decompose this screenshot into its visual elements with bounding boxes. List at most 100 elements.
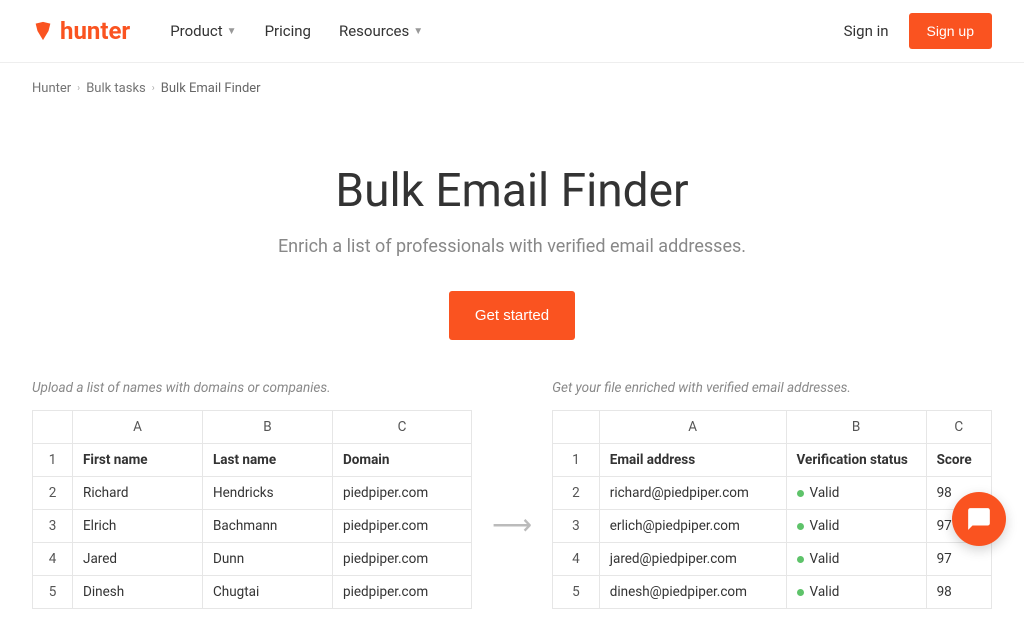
cell: Chugtai: [203, 576, 333, 609]
cell: Valid: [786, 510, 926, 543]
cell: Valid: [786, 477, 926, 510]
cell: Dunn: [203, 543, 333, 576]
cell: Bachmann: [203, 510, 333, 543]
signin-link[interactable]: Sign in: [844, 22, 889, 40]
breadcrumb-hunter[interactable]: Hunter: [32, 81, 71, 96]
arrow-right-icon: ⟶: [492, 508, 532, 541]
cell: 98: [926, 576, 991, 609]
cell: Valid: [786, 543, 926, 576]
table-row: 1 First name Last name Domain: [33, 444, 472, 477]
chevron-down-icon: ▼: [227, 26, 237, 37]
row-num: 5: [553, 576, 600, 609]
table-row: 3 erlich@piedpiper.com Valid 97: [553, 510, 992, 543]
row-num: 5: [33, 576, 73, 609]
signup-button[interactable]: Sign up: [909, 13, 992, 49]
col-c: C: [333, 411, 472, 444]
table-row: 4 Jared Dunn piedpiper.com: [33, 543, 472, 576]
cell: piedpiper.com: [333, 477, 472, 510]
hunter-logo-icon: [32, 20, 54, 42]
col-b: B: [786, 411, 926, 444]
cell: richard@piedpiper.com: [599, 477, 786, 510]
cell-lastname-head: Last name: [203, 444, 333, 477]
corner-cell: [553, 411, 600, 444]
left-table-block: Upload a list of names with domains or c…: [32, 380, 472, 609]
cell: piedpiper.com: [333, 543, 472, 576]
valid-dot-icon: [797, 523, 804, 530]
cell: Dinesh: [73, 576, 203, 609]
cell: Hendricks: [203, 477, 333, 510]
table-row: 3 Elrich Bachmann piedpiper.com: [33, 510, 472, 543]
nav-resources-label: Resources: [339, 22, 409, 40]
table-row: 5 Dinesh Chugtai piedpiper.com: [33, 576, 472, 609]
nav-pricing[interactable]: Pricing: [265, 22, 311, 40]
cell-domain-head: Domain: [333, 444, 472, 477]
row-num: 3: [553, 510, 600, 543]
col-header-row: A B C: [553, 411, 992, 444]
cell: Elrich: [73, 510, 203, 543]
nav-product[interactable]: Product ▼: [170, 22, 236, 40]
chevron-right-icon: ›: [152, 83, 155, 94]
page-subtitle: Enrich a list of professionals with veri…: [32, 236, 992, 257]
cell-score-head: Score: [926, 444, 991, 477]
row-num: 4: [33, 543, 73, 576]
cell-text: Valid: [810, 551, 840, 567]
get-started-button[interactable]: Get started: [449, 291, 575, 340]
col-a: A: [599, 411, 786, 444]
col-a: A: [73, 411, 203, 444]
cell: Richard: [73, 477, 203, 510]
cell-email-head: Email address: [599, 444, 786, 477]
table-row: 4 jared@piedpiper.com Valid 97: [553, 543, 992, 576]
tables-section: Upload a list of names with domains or c…: [32, 380, 992, 629]
cell: piedpiper.com: [333, 510, 472, 543]
cell-text: Valid: [810, 485, 840, 501]
cell: erlich@piedpiper.com: [599, 510, 786, 543]
cell: Jared: [73, 543, 203, 576]
valid-dot-icon: [797, 589, 804, 596]
valid-dot-icon: [797, 556, 804, 563]
cell: piedpiper.com: [333, 576, 472, 609]
left-table-caption: Upload a list of names with domains or c…: [32, 380, 472, 396]
col-c: C: [926, 411, 991, 444]
col-header-row: A B C: [33, 411, 472, 444]
cell-firstname-head: First name: [73, 444, 203, 477]
nav-product-label: Product: [170, 22, 222, 40]
chat-button[interactable]: [952, 492, 1006, 546]
row-num: 2: [33, 477, 73, 510]
table-row: 2 Richard Hendricks piedpiper.com: [33, 477, 472, 510]
table-row: 1 Email address Verification status Scor…: [553, 444, 992, 477]
cell: jared@piedpiper.com: [599, 543, 786, 576]
cell-verif-head: Verification status: [786, 444, 926, 477]
nav: Product ▼ Pricing Resources ▼: [170, 22, 423, 40]
row-num: 4: [553, 543, 600, 576]
brand-text: hunter: [60, 17, 130, 45]
right-table: A B C 1 Email address Verification statu…: [552, 410, 992, 609]
row-num: 1: [553, 444, 600, 477]
cell-text: Valid: [810, 518, 840, 534]
hero: Bulk Email Finder Enrich a list of profe…: [32, 96, 992, 380]
table-row: 5 dinesh@piedpiper.com Valid 98: [553, 576, 992, 609]
right-table-caption: Get your file enriched with verified ema…: [552, 380, 992, 396]
valid-dot-icon: [797, 490, 804, 497]
breadcrumb: Hunter › Bulk tasks › Bulk Email Finder: [32, 63, 992, 96]
row-num: 2: [553, 477, 600, 510]
chevron-down-icon: ▼: [413, 26, 423, 37]
header: hunter Product ▼ Pricing Resources ▼ Sig…: [0, 0, 1024, 63]
nav-resources[interactable]: Resources ▼: [339, 22, 423, 40]
cell: 97: [926, 543, 991, 576]
cell: dinesh@piedpiper.com: [599, 576, 786, 609]
row-num: 3: [33, 510, 73, 543]
corner-cell: [33, 411, 73, 444]
right-table-block: Get your file enriched with verified ema…: [552, 380, 992, 609]
table-row: 2 richard@piedpiper.com Valid 98: [553, 477, 992, 510]
page-title: Bulk Email Finder: [32, 164, 992, 218]
cell-text: Valid: [810, 584, 840, 600]
cell: Valid: [786, 576, 926, 609]
chevron-right-icon: ›: [77, 83, 80, 94]
chat-icon: [966, 506, 992, 532]
row-num: 1: [33, 444, 73, 477]
logo[interactable]: hunter: [32, 17, 130, 45]
breadcrumb-current: Bulk Email Finder: [161, 81, 261, 96]
left-table: A B C 1 First name Last name Domain 2 Ri…: [32, 410, 472, 609]
breadcrumb-bulk-tasks[interactable]: Bulk tasks: [86, 81, 146, 96]
col-b: B: [203, 411, 333, 444]
